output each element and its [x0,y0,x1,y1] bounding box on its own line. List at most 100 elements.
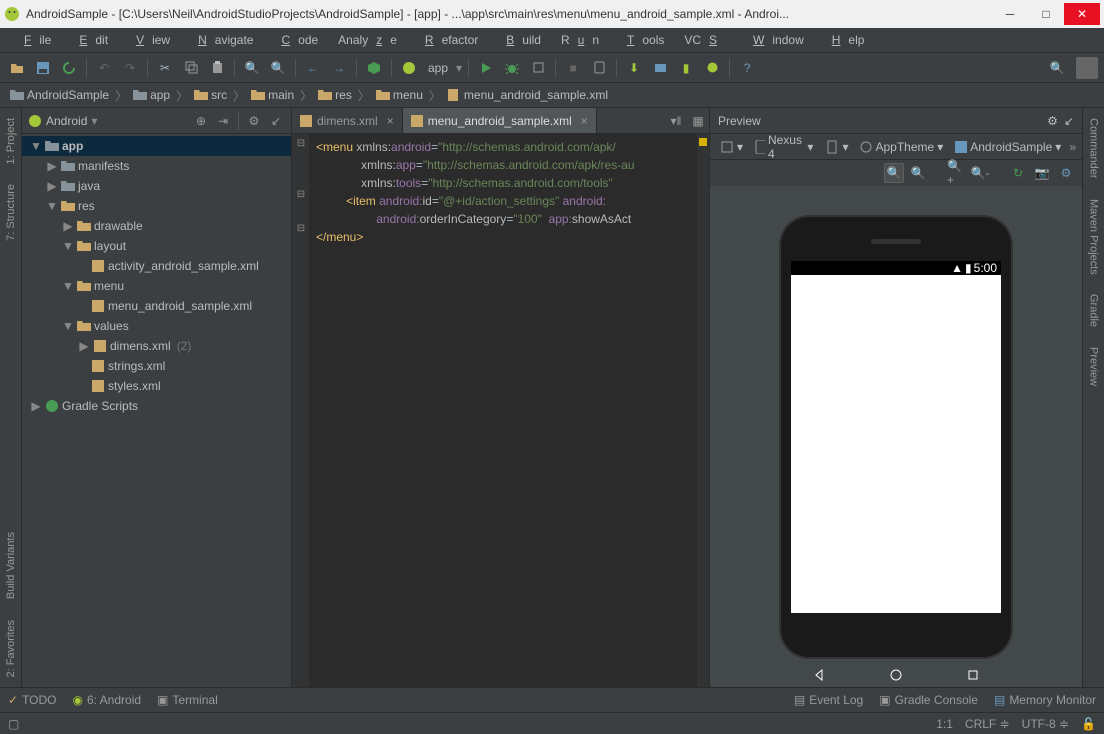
code-stripe[interactable] [697,134,709,687]
toolwin-gradle-console[interactable]: ▣Gradle Console [879,693,978,707]
menu-tools[interactable]: Tools [611,31,672,49]
device-canvas[interactable]: ▲ ▮ 5:00 [710,186,1082,687]
project-tree[interactable]: ▼app ▶manifests ▶java ▼res ▶drawable ▼la… [22,134,291,687]
undo-icon[interactable]: ↶ [93,57,115,79]
collapse-all-icon[interactable]: ⇥ [214,112,232,130]
menu-navigate[interactable]: Navigate [182,31,261,49]
toolwin-android[interactable]: ◉6: Android [73,693,142,707]
tree-node-menu[interactable]: ▼menu [22,276,291,296]
menu-help[interactable]: Help [816,31,873,49]
hide-icon[interactable]: ↙ [267,112,285,130]
save-icon[interactable] [32,57,54,79]
help-icon[interactable]: ? [736,57,758,79]
menu-window[interactable]: Window [737,31,812,49]
activity-dropdown[interactable]: AndroidSample▾ [951,139,1065,155]
rail-project[interactable]: 1: Project [5,118,17,164]
open-icon[interactable] [6,57,28,79]
preview-more-icon[interactable]: » [1069,140,1076,154]
tab-close-icon[interactable]: × [581,114,588,128]
find-icon[interactable]: 🔍 [241,57,263,79]
tree-node-java[interactable]: ▶java [22,176,291,196]
menu-analyze[interactable]: Analyze [330,31,405,49]
replace-icon[interactable]: 🔍 [267,57,289,79]
tree-node-styles[interactable]: styles.xml [22,376,291,396]
menu-view[interactable]: View [120,31,178,49]
code-text[interactable]: <menu xmlns:android="http://schemas.andr… [310,134,697,687]
cut-icon[interactable]: ✂ [154,57,176,79]
tab-close-icon[interactable]: × [387,114,394,128]
breadcrumb-item[interactable]: menu [372,87,427,103]
preview-settings-icon[interactable]: ⚙ [1047,114,1058,128]
attach-icon[interactable] [527,57,549,79]
tab-menu-xml[interactable]: menu_android_sample.xml× [403,108,597,133]
tree-node-menu-xml[interactable]: menu_android_sample.xml [22,296,291,316]
copy-icon[interactable] [180,57,202,79]
ddms-icon[interactable]: ▮ [675,57,697,79]
settings-icon[interactable]: ⚙ [245,112,263,130]
line-separator[interactable]: CRLF ≑ [965,717,1010,731]
rail-gradle[interactable]: Gradle [1088,294,1100,327]
render-config-icon[interactable]: ▾ [716,139,747,155]
tree-node-values[interactable]: ▼values [22,316,291,336]
rail-maven[interactable]: Maven Projects [1088,199,1100,275]
sdk-icon[interactable]: ⬇ [623,57,645,79]
make-icon[interactable] [363,57,385,79]
run-icon[interactable] [475,57,497,79]
lock-icon[interactable]: 🔓 [1081,717,1096,731]
tree-node-activity-xml[interactable]: activity_android_sample.xml [22,256,291,276]
tree-node-app[interactable]: ▼app [22,136,291,156]
tree-node-strings[interactable]: strings.xml [22,356,291,376]
minimize-button[interactable]: ─ [992,3,1028,25]
toolwindows-toggle-icon[interactable]: ▢ [8,717,19,731]
menu-run[interactable]: Run [553,31,607,49]
scroll-from-source-icon[interactable]: ⊕ [192,112,210,130]
gutter[interactable]: ⊟ ⊟ ⊟ [292,134,310,687]
tabs-split-icon[interactable]: ▾‖ [665,108,687,133]
encoding[interactable]: UTF-8 ≑ [1022,717,1069,731]
rail-commander[interactable]: Commander [1088,118,1100,179]
device-dropdown[interactable]: Nexus 4▾ [751,132,817,162]
screenshot-icon[interactable]: 📷 [1032,163,1052,183]
rail-preview[interactable]: Preview [1088,347,1100,386]
fold-icon[interactable]: ⊟ [294,189,308,201]
tree-node-layout[interactable]: ▼layout [22,236,291,256]
close-button[interactable]: ✕ [1064,3,1100,25]
tree-node-res[interactable]: ▼res [22,196,291,216]
breadcrumb-item[interactable]: res [314,87,356,103]
rail-build-variants[interactable]: Build Variants [5,532,17,599]
back-icon[interactable]: ← [302,57,324,79]
zoom-fit-icon[interactable]: 🔍 [884,163,904,183]
sdkmgr-icon[interactable] [649,57,671,79]
runconfig-dropdown-icon[interactable]: ▾ [456,61,462,75]
menu-build[interactable]: Build [490,31,549,49]
redo-icon[interactable]: ↷ [119,57,141,79]
android-icon[interactable] [701,57,723,79]
fold-icon[interactable]: ⊟ [294,138,308,150]
zoom-in-icon[interactable]: 🔍+ [946,163,966,183]
maximize-button[interactable]: □ [1028,3,1064,25]
search-icon[interactable]: 🔍 [1046,57,1068,79]
forward-icon[interactable]: → [328,57,350,79]
tab-dimens[interactable]: dimens.xml× [292,108,403,133]
avd-icon[interactable] [588,57,610,79]
toolwin-memory[interactable]: ▤Memory Monitor [994,693,1096,707]
menu-refactor[interactable]: Refactor [409,31,486,49]
breadcrumb-item[interactable]: menu_android_sample.xml [443,87,612,103]
preview-settings-icon[interactable]: ⚙ [1056,163,1076,183]
toolwin-todo[interactable]: ✓TODO [8,693,57,707]
user-avatar[interactable] [1076,57,1098,79]
menu-code[interactable]: Code [265,31,326,49]
runconfig-label[interactable]: app [424,61,452,75]
debug-icon[interactable] [501,57,523,79]
tree-node-manifests[interactable]: ▶manifests [22,156,291,176]
warning-marker-icon[interactable] [699,138,707,146]
tree-node-gradle[interactable]: ▶Gradle Scripts [22,396,291,416]
tabs-dropdown-icon[interactable]: ▦ [687,108,709,133]
stop-icon[interactable]: ■ [562,57,584,79]
toolwin-terminal[interactable]: ▣Terminal [157,693,218,707]
preview-hide-icon[interactable]: ↙ [1064,114,1074,128]
rail-favorites[interactable]: 2: Favorites [5,620,17,677]
theme-dropdown[interactable]: AppTheme▾ [856,139,947,155]
rail-structure[interactable]: 7: Structure [5,184,17,241]
caret-position[interactable]: 1:1 [936,717,953,731]
